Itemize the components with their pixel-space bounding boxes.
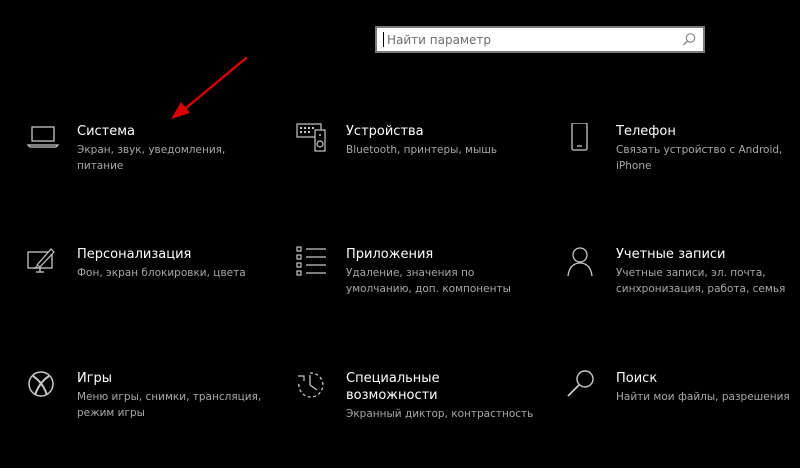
laptop-icon bbox=[27, 126, 60, 148]
phone-icon bbox=[571, 123, 588, 151]
tile-title: Устройства bbox=[346, 124, 424, 139]
tile-title: Специальные возможности bbox=[346, 371, 440, 403]
tile-phone[interactable]: Телефон Связать устройство с Android, iP… bbox=[566, 123, 800, 193]
tile-apps[interactable]: Приложения Удаление, значения по умолчан… bbox=[296, 246, 536, 316]
tile-title: Персонализация bbox=[77, 247, 192, 262]
tile-description: Фон, экран блокировки, цвета bbox=[77, 267, 246, 279]
xbox-icon bbox=[28, 371, 54, 397]
annotation-arrow bbox=[171, 56, 248, 119]
tile-title: Система bbox=[77, 124, 136, 139]
apps-list-icon bbox=[296, 246, 326, 276]
tile-ease-of-access[interactable]: Специальные возможности Экранный диктор,… bbox=[296, 370, 536, 440]
tile-description: Связать устройство с Android, iPhone bbox=[616, 144, 783, 172]
tile-title: Поиск bbox=[616, 371, 658, 386]
tile-title: Игры bbox=[77, 371, 113, 386]
personalization-icon bbox=[27, 248, 55, 273]
tile-devices[interactable]: Устройства Bluetooth, принтеры, мышь bbox=[296, 123, 536, 193]
devices-icon bbox=[296, 123, 326, 152]
person-icon bbox=[567, 247, 593, 277]
tile-description: Учетные записи, эл. почта, синхронизация… bbox=[616, 267, 786, 295]
tile-title: Приложения bbox=[346, 247, 434, 262]
tile-title: Учетные записи bbox=[616, 247, 726, 262]
search-magnifier-icon bbox=[567, 370, 594, 397]
tile-title: Телефон bbox=[616, 124, 676, 139]
search-icon[interactable] bbox=[679, 30, 699, 50]
search-input[interactable] bbox=[384, 28, 679, 51]
tile-gaming[interactable]: Игры Меню игры, снимки, трансляция, режи… bbox=[27, 370, 267, 440]
tile-description: Экран, звук, уведомления, питание bbox=[77, 144, 226, 172]
tile-system[interactable]: Система Экран, звук, уведомления, питани… bbox=[27, 123, 267, 193]
tile-description: Меню игры, снимки, трансляция, режим игр… bbox=[77, 391, 262, 419]
search-box[interactable] bbox=[375, 26, 705, 53]
tile-description: Экранный диктор, контрастность bbox=[346, 408, 534, 420]
tile-description: Удаление, значения по умолчанию, доп. ко… bbox=[346, 267, 511, 295]
settings-home: Система Экран, звук, уведомления, питани… bbox=[0, 0, 800, 468]
tile-description: Bluetooth, принтеры, мышь bbox=[346, 144, 498, 156]
ease-of-access-icon bbox=[298, 372, 324, 398]
tile-search[interactable]: Поиск Найти мои файлы, разрешения bbox=[566, 370, 800, 440]
tile-description: Найти мои файлы, разрешения bbox=[616, 391, 790, 403]
tile-accounts[interactable]: Учетные записи Учетные записи, эл. почта… bbox=[566, 246, 800, 316]
tile-personalization[interactable]: Персонализация Фон, экран блокировки, цв… bbox=[27, 246, 267, 316]
